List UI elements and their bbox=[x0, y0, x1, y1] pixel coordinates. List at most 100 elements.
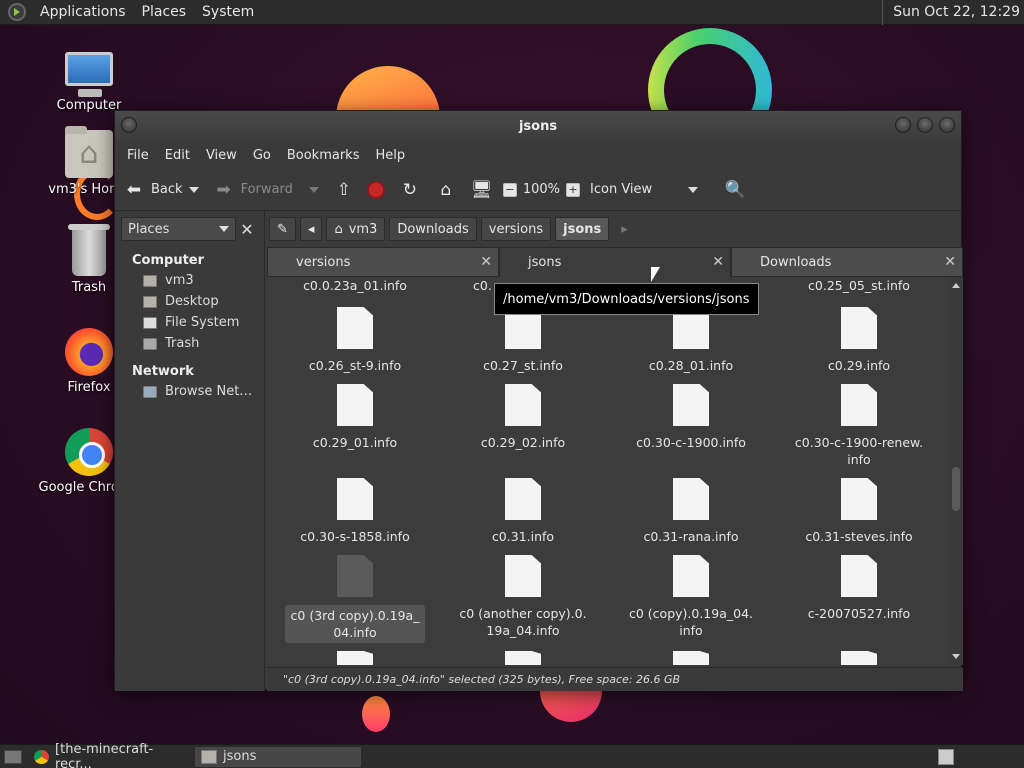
file-item[interactable]: c0.29_01.info bbox=[285, 384, 425, 451]
file-item[interactable]: c0.30-s-1858.info bbox=[285, 478, 425, 545]
breadcrumb-downloads[interactable]: Downloads bbox=[389, 217, 477, 241]
document-icon bbox=[673, 555, 709, 597]
sidebar-item-label: Browse Net… bbox=[165, 384, 253, 399]
sidebar-item-vm3[interactable]: vm3 bbox=[115, 270, 264, 291]
menu-bookmarks[interactable]: Bookmarks bbox=[279, 148, 368, 163]
menu-view[interactable]: View bbox=[198, 148, 245, 163]
chevron-down-icon bbox=[688, 186, 699, 193]
scrollbar-thumb[interactable] bbox=[952, 467, 960, 511]
breadcrumb-versions[interactable]: versions bbox=[480, 217, 552, 241]
file-item[interactable]: c0.30-c-1900.info bbox=[621, 384, 761, 451]
file-item[interactable]: c0.26_st-9.info bbox=[285, 307, 425, 374]
file-item[interactable]: c0.31-rana.info bbox=[621, 478, 761, 545]
taskbar-item-chrome[interactable]: [the-minecraft-recr... bbox=[28, 742, 188, 768]
vertical-scrollbar[interactable] bbox=[949, 277, 963, 665]
file-icon-view[interactable]: c0.0.23a_01.info c0. c0.25_05_st.info c0… bbox=[267, 277, 963, 665]
breadcrumb-scroll-right[interactable]: ▸ bbox=[613, 217, 636, 241]
file-item[interactable]: c0.31.info bbox=[453, 478, 593, 545]
taskbar-item-jsons[interactable]: jsons bbox=[194, 745, 362, 768]
close-icon[interactable]: ✕ bbox=[944, 254, 956, 270]
menu-places[interactable]: Places bbox=[134, 4, 195, 20]
clock[interactable]: Sun Oct 22, 12:29 bbox=[882, 0, 1020, 25]
sidebar-item-label: Trash bbox=[165, 336, 200, 351]
file-item[interactable]: c0.28_01.info bbox=[621, 307, 761, 374]
window-titlebar[interactable]: jsons bbox=[115, 111, 961, 141]
forward-button[interactable]: ➡ Forward bbox=[213, 179, 292, 201]
sidebar-selector[interactable]: Places bbox=[121, 217, 236, 241]
file-item[interactable]: c-20070527.info bbox=[789, 555, 929, 622]
file-item-selected[interactable]: c0 (3rd copy).0.19a_ 04.info bbox=[285, 555, 425, 643]
close-button[interactable] bbox=[939, 117, 955, 133]
search-button[interactable]: 🔍 bbox=[724, 179, 746, 201]
file-item[interactable]: c0 (another copy).0. 19a_04.info bbox=[453, 555, 593, 639]
wallpaper-shape bbox=[362, 696, 390, 732]
view-mode-select[interactable]: Icon View bbox=[590, 182, 699, 197]
home-folder-icon bbox=[65, 126, 113, 178]
file-item[interactable]: c0.27_st.info bbox=[453, 307, 593, 374]
sidebar-item-browse-network[interactable]: Browse Net… bbox=[115, 381, 264, 402]
breadcrumb-scroll-left[interactable]: ◂ bbox=[299, 217, 323, 241]
reload-button[interactable]: ↻ bbox=[399, 179, 421, 201]
computer-button[interactable]: 🖥 bbox=[471, 179, 493, 201]
reload-icon: ↻ bbox=[402, 179, 417, 200]
document-icon bbox=[841, 478, 877, 520]
back-history-dropdown[interactable] bbox=[188, 186, 199, 193]
breadcrumb-vm3[interactable]: ⌂ vm3 bbox=[326, 217, 386, 241]
stop-button[interactable] bbox=[366, 180, 385, 199]
menu-file[interactable]: File bbox=[119, 148, 157, 163]
window-menu-button[interactable] bbox=[121, 117, 137, 133]
file-item[interactable]: c0.30-c-1900-renew. info bbox=[789, 384, 929, 468]
file-item[interactable] bbox=[789, 651, 929, 665]
file-item[interactable]: c0.29.info bbox=[789, 307, 929, 374]
menu-edit[interactable]: Edit bbox=[157, 148, 198, 163]
chevron-down-icon bbox=[219, 226, 229, 232]
forward-arrow-icon: ➡ bbox=[216, 179, 231, 200]
file-item[interactable]: c0.0.23a_01.info bbox=[285, 277, 425, 294]
minimize-button[interactable] bbox=[895, 117, 911, 133]
sidebar-item-trash[interactable]: Trash bbox=[115, 333, 264, 354]
sidebar-item-filesystem[interactable]: File System bbox=[115, 312, 264, 333]
breadcrumb-label: versions bbox=[488, 221, 544, 237]
tab-label: Downloads bbox=[760, 254, 832, 270]
breadcrumb-jsons[interactable]: jsons bbox=[555, 217, 610, 241]
file-item[interactable]: c0 (copy).0.19a_04. info bbox=[621, 555, 761, 639]
menu-system[interactable]: System bbox=[194, 4, 262, 20]
tab-label: versions bbox=[296, 254, 351, 270]
up-button[interactable]: ⇧ bbox=[333, 179, 355, 201]
zoom-out-button[interactable]: − bbox=[502, 182, 517, 197]
file-name: c0.26_st-9.info bbox=[308, 358, 402, 373]
distro-logo-icon[interactable] bbox=[8, 3, 26, 21]
menu-applications[interactable]: Applications bbox=[32, 4, 134, 20]
forward-history-dropdown[interactable] bbox=[308, 186, 319, 193]
desktop-icon-computer[interactable]: Computer bbox=[34, 46, 144, 113]
close-icon[interactable]: ✕ bbox=[712, 254, 724, 270]
document-icon bbox=[505, 651, 541, 665]
file-item[interactable]: c0.31-steves.info bbox=[789, 478, 929, 545]
tab-versions[interactable]: versions ✕ bbox=[267, 247, 499, 277]
back-button[interactable]: ⬅ Back bbox=[123, 179, 183, 201]
zoom-in-button[interactable]: + bbox=[566, 182, 581, 197]
scroll-down-icon[interactable] bbox=[952, 654, 960, 659]
tab-downloads[interactable]: Downloads ✕ bbox=[731, 247, 963, 277]
menu-help[interactable]: Help bbox=[367, 148, 413, 163]
close-icon[interactable]: ✕ bbox=[480, 254, 492, 270]
file-item[interactable] bbox=[453, 651, 593, 665]
file-item[interactable] bbox=[621, 651, 761, 665]
file-item[interactable] bbox=[285, 651, 425, 665]
document-icon bbox=[337, 384, 373, 426]
tab-jsons[interactable]: jsons ✕ bbox=[499, 247, 731, 277]
file-item[interactable]: c0.29_02.info bbox=[453, 384, 593, 451]
maximize-button[interactable] bbox=[917, 117, 933, 133]
scroll-up-icon[interactable] bbox=[952, 283, 960, 288]
sidebar-close-icon[interactable]: ✕ bbox=[236, 220, 258, 239]
menu-go[interactable]: Go bbox=[245, 148, 279, 163]
show-desktop-icon[interactable] bbox=[4, 749, 22, 764]
toggle-location-entry-button[interactable]: ✎ bbox=[269, 217, 296, 241]
chevron-down-icon bbox=[308, 186, 319, 193]
file-item[interactable]: c0.25_05_st.info bbox=[789, 277, 929, 294]
menubar: File Edit View Go Bookmarks Help bbox=[115, 141, 961, 169]
workspace-switcher[interactable] bbox=[938, 749, 954, 765]
document-icon bbox=[337, 307, 373, 349]
sidebar-item-desktop[interactable]: Desktop bbox=[115, 291, 264, 312]
home-button[interactable]: ⌂ bbox=[435, 179, 457, 201]
